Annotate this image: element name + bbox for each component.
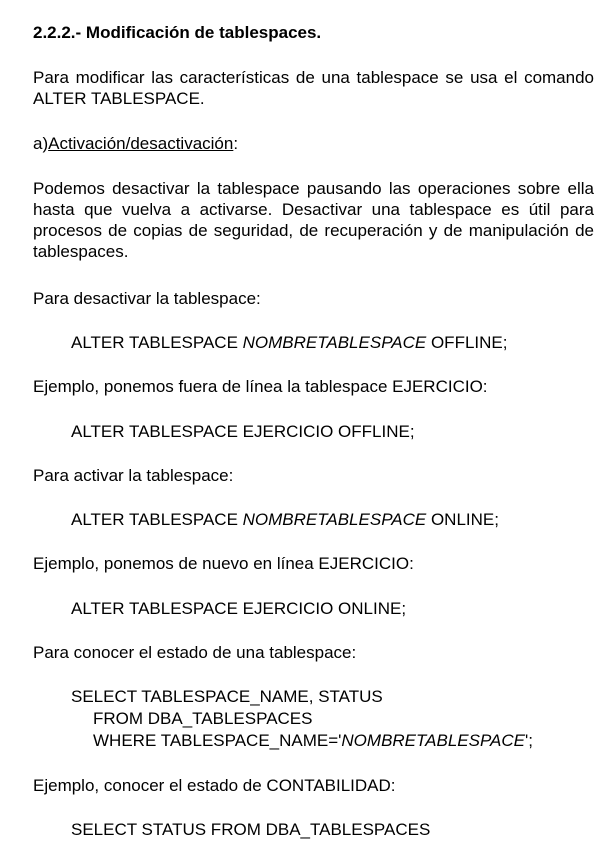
document-page: 2.2.2.- Modificación de tablespaces. Par… [0, 0, 607, 845]
code-status-query-line1: SELECT TABLESPACE_NAME, STATUS [71, 687, 383, 706]
code-status-example-line1: SELECT STATUS FROM DBA_TABLESPACES [71, 820, 431, 839]
code-offline-generic-pre: ALTER TABLESPACE [71, 333, 243, 352]
code-online-generic: ALTER TABLESPACE NOMBRETABLESPACE ONLINE… [71, 509, 601, 530]
code-online-example: ALTER TABLESPACE EJERCICIO ONLINE; [71, 599, 407, 618]
code-status-query-line3: WHERE TABLESPACE_NAME='NOMBRETABLESPACE'… [93, 730, 603, 751]
code-online-generic-placeholder: NOMBRETABLESPACE [242, 510, 427, 529]
subsection-title: Activación/desactivación [48, 134, 234, 153]
code-offline-generic: ALTER TABLESPACE NOMBRETABLESPACE OFFLIN… [71, 332, 601, 353]
subsection-prefix: a) [33, 134, 49, 153]
code-status-query-line2: FROM DBA_TABLESPACES [93, 709, 313, 728]
activate-lead: Para activar la tablespace: [33, 466, 234, 485]
code-status-query-line3-post: '; [525, 731, 533, 750]
example-status-text: Ejemplo, conocer el estado de CONTABILID… [33, 776, 396, 795]
code-status-query-line3-pre: WHERE TABLESPACE_NAME=' [93, 731, 342, 750]
subsection-suffix: : [233, 134, 239, 153]
code-status-query-line3-placeholder: NOMBRETABLESPACE [341, 731, 525, 750]
deactivate-paragraph: Podemos desactivar la tablespace pausand… [33, 179, 594, 261]
example-online-text: Ejemplo, ponemos de nuevo en línea EJERC… [33, 554, 414, 573]
deactivate-lead: Para desactivar la tablespace: [33, 289, 261, 308]
status-lead: Para conocer el estado de una tablespace… [33, 643, 357, 662]
code-offline-generic-placeholder: NOMBRETABLESPACE [242, 333, 427, 352]
code-offline-generic-post: OFFLINE; [426, 333, 508, 352]
code-online-generic-post: ONLINE; [426, 510, 499, 529]
intro-paragraph: Para modificar las características de un… [33, 68, 594, 108]
example-offline-text: Ejemplo, ponemos fuera de línea la table… [33, 377, 488, 396]
code-online-generic-pre: ALTER TABLESPACE [71, 510, 243, 529]
subsection-heading: a)Activación/desactivación: [33, 133, 594, 154]
code-offline-example: ALTER TABLESPACE EJERCICIO OFFLINE; [71, 422, 415, 441]
section-heading: 2.2.2.- Modificación de tablespaces. [33, 23, 322, 42]
